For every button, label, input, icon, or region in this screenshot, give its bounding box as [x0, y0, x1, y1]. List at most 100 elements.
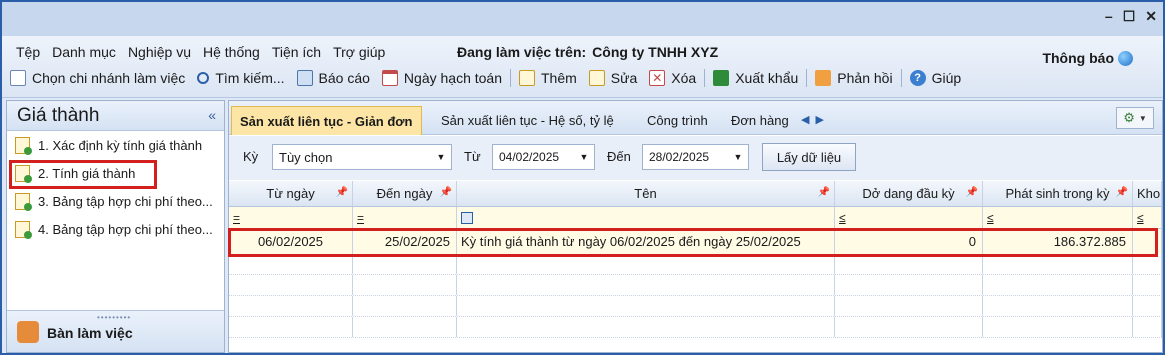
- menu-file[interactable]: Tệp: [16, 44, 40, 60]
- branch-label: Chọn chi nhánh làm việc: [32, 70, 186, 86]
- chevron-right-icon[interactable]: ▶: [815, 113, 823, 126]
- empty-row: [229, 296, 1162, 317]
- filter-cell[interactable]: =: [229, 207, 353, 228]
- sidebar-item-label: 1. Xác định kỳ tính giá thành: [38, 137, 203, 153]
- data-grid: Từ ngày 📌 Đến ngày 📌 Tên 📌 Dở dang đầu kỳ 📌 …: [229, 181, 1162, 352]
- column-label: Dở dang đầu kỳ: [862, 186, 955, 201]
- from-date-input[interactable]: 04/02/2025 ▼: [492, 144, 595, 170]
- menu-system[interactable]: Hệ thống: [203, 44, 260, 60]
- period-label: Kỳ: [243, 149, 259, 164]
- tab-continuous-simple[interactable]: Sản xuất liên tục - Giản đơn: [231, 106, 422, 135]
- working-company: Đang làm việc trên: Công ty TNHH XYZ: [457, 44, 718, 60]
- filter-cell[interactable]: ≤: [983, 207, 1133, 228]
- desktop-label: Bàn làm việc: [47, 325, 133, 341]
- tab-bar: Sản xuất liên tục - Giản đơn Sản xuất li…: [229, 101, 1162, 135]
- feedback-button[interactable]: Phản hồi: [815, 70, 893, 86]
- collapse-icon[interactable]: «: [208, 107, 216, 123]
- report-label: Báo cáo: [318, 70, 370, 86]
- sidebar-item-define-period[interactable]: 1. Xác định kỳ tính giá thành: [7, 131, 224, 159]
- accounting-date-button[interactable]: Ngày hạch toán: [381, 70, 502, 86]
- feedback-label: Phản hồi: [837, 70, 893, 86]
- chevron-down-icon: ▼: [733, 152, 743, 162]
- app-window: – ☐ ✕ Tệp Danh mục Nghiệp vụ Hệ thống Ti…: [0, 0, 1165, 355]
- working-on-label: Đang làm việc trên:: [457, 44, 587, 60]
- filter-cell[interactable]: =: [353, 207, 457, 228]
- column-header[interactable]: Đến ngày 📌: [353, 181, 457, 206]
- pin-icon[interactable]: 📌: [818, 187, 830, 198]
- tab-construction[interactable]: Công trình: [639, 106, 716, 135]
- tab-continuous-ratio[interactable]: Sản xuất liên tục - Hệ số, tỷ lệ: [433, 106, 622, 135]
- empty-row: [229, 275, 1162, 296]
- add-button[interactable]: Thêm: [519, 70, 577, 86]
- sidebar-item-cost-summary-1[interactable]: 3. Bảng tập hợp chi phí theo...: [7, 187, 224, 215]
- main-panel: Sản xuất liên tục - Giản đơn Sản xuất li…: [228, 100, 1163, 353]
- menu-operations[interactable]: Nghiệp vụ: [128, 44, 191, 60]
- menu-utilities[interactable]: Tiện ích: [272, 44, 321, 60]
- close-button[interactable]: ✕: [1145, 8, 1157, 25]
- filter-operator[interactable]: ≤: [1137, 211, 1144, 225]
- filter-checkbox-icon[interactable]: [461, 211, 473, 224]
- chevron-left-icon[interactable]: ◀: [801, 113, 809, 126]
- delete-button[interactable]: ✕ Xóa: [649, 70, 696, 86]
- notification-button[interactable]: Thông báo: [1042, 50, 1133, 66]
- report-button[interactable]: Báo cáo: [296, 70, 370, 86]
- mail-icon: [815, 70, 832, 86]
- minimize-button[interactable]: –: [1105, 8, 1113, 25]
- filter-operator[interactable]: ≤: [839, 211, 846, 225]
- search-button[interactable]: Tìm kiếm...: [197, 70, 285, 86]
- filter-operator[interactable]: =: [233, 211, 240, 225]
- filter-cell[interactable]: ≤: [835, 207, 983, 228]
- period-select[interactable]: Tùy chọn ▼: [272, 144, 452, 170]
- filter-operator[interactable]: ≤: [987, 211, 994, 225]
- report-icon: [296, 70, 313, 86]
- column-header[interactable]: Kho: [1133, 181, 1162, 206]
- globe-icon: [1118, 50, 1133, 66]
- column-header[interactable]: Tên 📌: [457, 181, 835, 206]
- add-label: Thêm: [541, 70, 577, 86]
- column-label: Đến ngày: [376, 186, 433, 201]
- settings-button[interactable]: ⚙ ▼: [1116, 107, 1154, 129]
- menu-bar: Tệp Danh mục Nghiệp vụ Hệ thống Tiện ích…: [2, 36, 1163, 98]
- menu-help[interactable]: Trợ giúp: [333, 44, 385, 60]
- column-header[interactable]: Từ ngày 📌: [229, 181, 353, 206]
- help-icon: ?: [909, 70, 926, 86]
- column-header[interactable]: Phát sinh trong kỳ 📌: [983, 181, 1133, 206]
- tab-orders[interactable]: Đơn hàng: [723, 106, 797, 135]
- chevron-down-icon: ▼: [436, 152, 446, 162]
- column-header[interactable]: Dở dang đầu kỳ 📌: [835, 181, 983, 206]
- to-date-value: 28/02/2025: [649, 150, 710, 164]
- filter-operator[interactable]: =: [357, 211, 364, 225]
- tab-scroll: ◀ ▶: [801, 113, 824, 126]
- delete-label: Xóa: [671, 70, 697, 86]
- pin-icon[interactable]: 📌: [1116, 187, 1128, 198]
- excel-icon: [713, 70, 730, 86]
- filter-cell[interactable]: [457, 207, 835, 228]
- document-icon: [15, 220, 32, 239]
- delete-icon: ✕: [649, 70, 666, 86]
- menu-catalog[interactable]: Danh mục: [52, 44, 116, 60]
- pin-icon[interactable]: 📌: [966, 187, 978, 198]
- column-label: Kho: [1137, 186, 1161, 201]
- fetch-data-button[interactable]: Lấy dữ liệu: [762, 143, 856, 171]
- maximize-button[interactable]: ☐: [1123, 8, 1136, 25]
- column-label: Từ ngày: [266, 186, 315, 201]
- company-name: Công ty TNHH XYZ: [592, 44, 719, 60]
- help-button[interactable]: ? Giúp: [909, 70, 962, 86]
- branch-button[interactable]: Chọn chi nhánh làm việc: [10, 70, 185, 86]
- export-label: Xuất khẩu: [735, 70, 799, 86]
- help-label: Giúp: [931, 70, 962, 86]
- pin-icon[interactable]: 📌: [336, 187, 348, 198]
- export-button[interactable]: Xuất khẩu: [713, 70, 798, 86]
- to-date-input[interactable]: 28/02/2025 ▼: [642, 144, 749, 170]
- resize-grip[interactable]: •••••••••: [97, 313, 131, 322]
- pin-icon[interactable]: 📌: [440, 187, 452, 198]
- sidebar-item-cost-summary-2[interactable]: 4. Bảng tập hợp chi phí theo...: [7, 215, 224, 243]
- filter-cell[interactable]: ≤: [1133, 207, 1162, 228]
- window-controls: – ☐ ✕: [1105, 8, 1157, 25]
- from-label: Từ: [464, 149, 481, 164]
- desktop-panel-button[interactable]: ••••••••• Bàn làm việc: [7, 310, 224, 352]
- grid-header: Từ ngày 📌 Đến ngày 📌 Tên 📌 Dở dang đầu kỳ 📌 …: [229, 181, 1162, 207]
- gear-icon: ⚙: [1123, 110, 1135, 125]
- column-label: Phát sinh trong kỳ: [1005, 186, 1110, 201]
- edit-button[interactable]: Sửa: [588, 70, 637, 86]
